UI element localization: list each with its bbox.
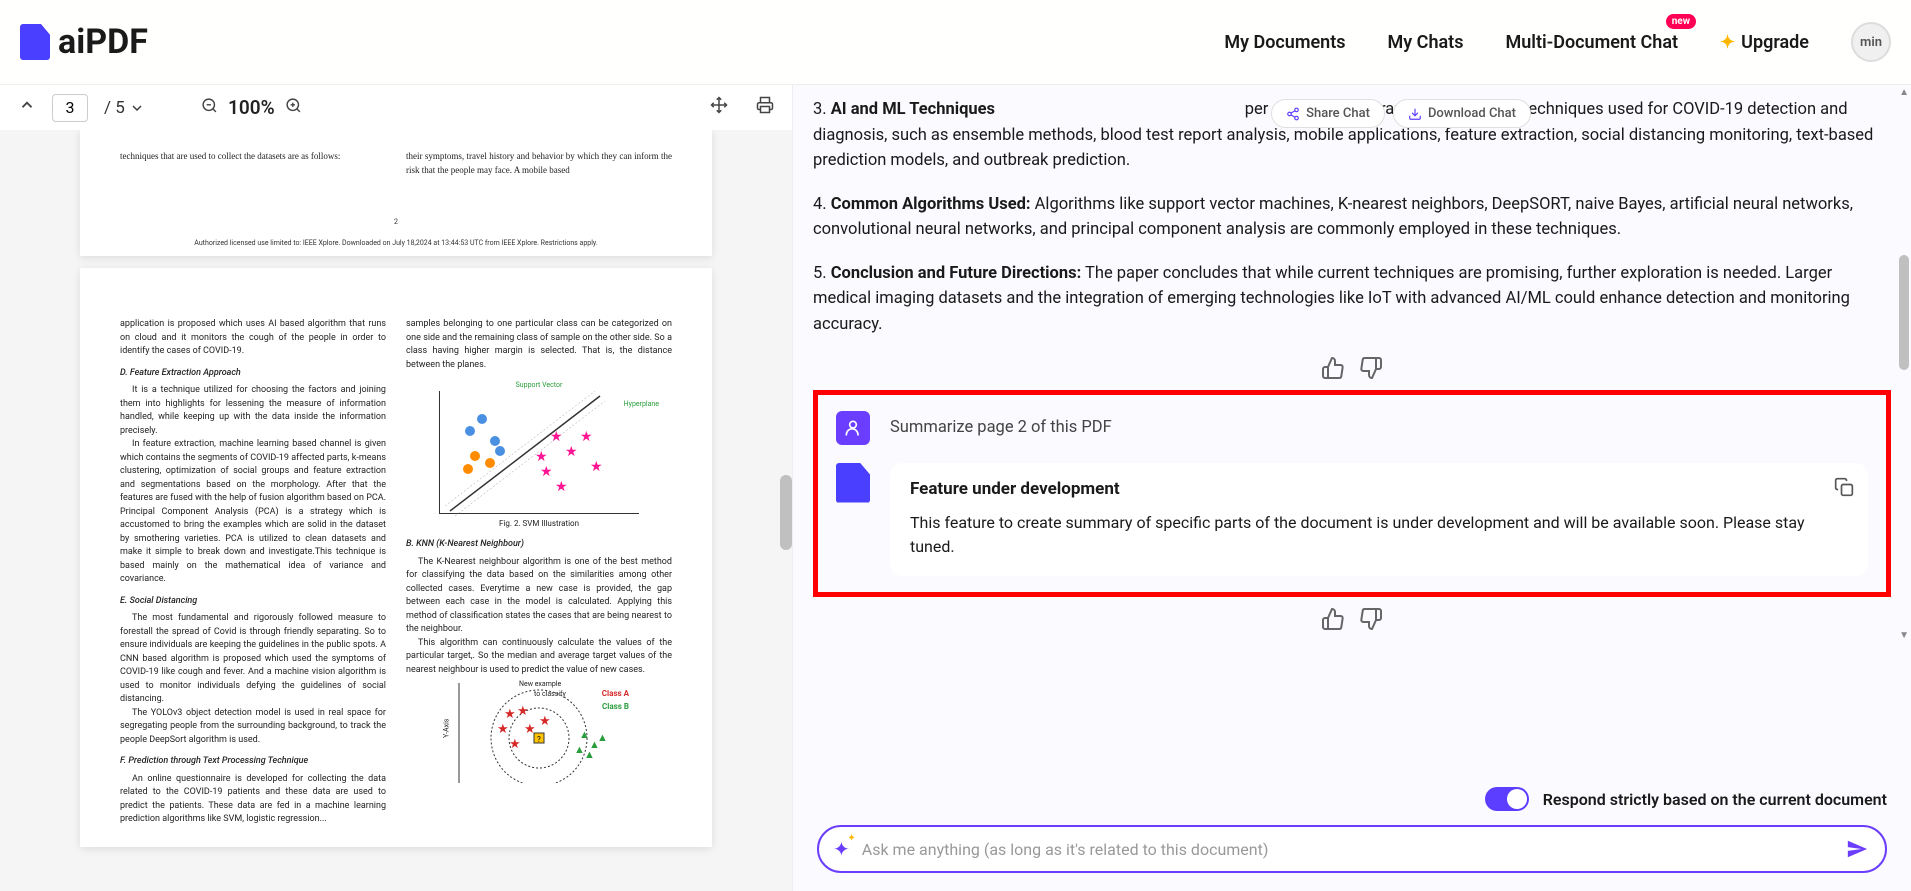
pdf-page-3: application is proposed which uses AI ba… — [80, 268, 712, 847]
svg-text:★: ★ — [539, 714, 551, 729]
scroll-arrow-up-icon[interactable]: ▲ — [1899, 87, 1909, 98]
ai-reply-body: This feature to create summary of specif… — [910, 511, 1848, 561]
zoom-in-icon[interactable] — [285, 97, 302, 119]
knn-figure: New example to classify Class A Class B … — [449, 683, 629, 783]
main-content: / 5 100% t — [0, 85, 1911, 891]
ai-message-bubble: Feature under development This feature t… — [890, 463, 1868, 577]
pdf-scrollbar-thumb[interactable] — [780, 475, 792, 550]
svg-text:★: ★ — [580, 429, 593, 445]
chat-actions-bar: Share Chat Download Chat — [1271, 99, 1531, 128]
ai-message: Feature under development This feature t… — [836, 463, 1868, 577]
logo-text: aiPDF — [58, 22, 148, 62]
send-button[interactable] — [1843, 835, 1871, 863]
svg-text:★: ★ — [497, 722, 509, 737]
chat-point-5: 5. Conclusion and Future Directions: The… — [813, 261, 1891, 338]
scroll-arrow-down-icon[interactable]: ▼ — [1899, 630, 1909, 641]
svg-text:★: ★ — [590, 459, 603, 475]
chat-input-area: Respond strictly based on the current do… — [793, 777, 1911, 891]
svg-text:?: ? — [537, 735, 541, 744]
toggle-knob — [1507, 789, 1527, 809]
chat-messages-scroll[interactable]: 3. AI and ML Techniques per summarizes a… — [793, 85, 1911, 777]
zoom-out-icon[interactable] — [201, 97, 218, 119]
input-sparkle-icon: ✦ — [833, 837, 850, 861]
logo[interactable]: aiPDF — [20, 22, 148, 62]
svg-text:▲: ▲ — [574, 743, 585, 756]
svg-text:▲: ▲ — [597, 731, 608, 744]
page2-number: 2 — [120, 217, 672, 228]
strict-mode-label: Respond strictly based on the current do… — [1543, 790, 1887, 809]
print-icon[interactable] — [756, 96, 774, 119]
thumbs-up-icon[interactable] — [1321, 607, 1345, 631]
svg-text:★: ★ — [555, 479, 568, 495]
user-avatar[interactable]: min — [1851, 22, 1891, 62]
thumbs-up-icon[interactable] — [1321, 356, 1345, 380]
feedback-row-1 — [813, 356, 1891, 380]
svg-text:★: ★ — [535, 449, 548, 465]
pdf-viewer-panel: / 5 100% t — [0, 85, 793, 891]
svg-text:▲: ▲ — [584, 748, 595, 761]
page2-left-col: techniques that are used to collect the … — [120, 150, 386, 177]
download-chat-button[interactable]: Download Chat — [1393, 99, 1531, 128]
page2-footer: Authorized licensed use limited to: IEEE… — [120, 238, 672, 249]
strict-mode-toggle[interactable] — [1485, 787, 1529, 811]
chat-point-4: 4. Common Algorithms Used: Algorithms li… — [813, 192, 1891, 243]
logo-icon — [20, 24, 50, 60]
new-badge: new — [1666, 14, 1696, 29]
share-icon — [1286, 107, 1300, 121]
chat-input[interactable] — [862, 840, 1843, 859]
nav-multi-document-chat[interactable]: Multi-Document Chat new — [1505, 32, 1678, 53]
download-icon — [1408, 107, 1422, 121]
chat-panel: Share Chat Download Chat 3. AI and ML Te… — [793, 85, 1911, 891]
svg-text:★: ★ — [540, 464, 553, 480]
svg-text:★: ★ — [565, 444, 578, 460]
svg-text:★: ★ — [509, 737, 521, 752]
page2-right-col: their symptoms, travel history and behav… — [406, 150, 672, 177]
svg-text:★: ★ — [550, 429, 563, 445]
user-avatar-icon — [836, 411, 870, 445]
svg-text:★: ★ — [504, 707, 516, 722]
chat-scrollbar-thumb[interactable] — [1899, 255, 1909, 370]
app-header: aiPDF My Documents My Chats Multi-Docume… — [0, 0, 1911, 85]
chat-input-row: ✦ — [817, 825, 1887, 873]
page3-right-col: samples belonging to one particular clas… — [406, 318, 672, 827]
nav-multi-doc-label: Multi-Document Chat — [1505, 32, 1678, 53]
pdf-toolbar: / 5 100% — [0, 85, 792, 130]
share-chat-button[interactable]: Share Chat — [1271, 99, 1385, 128]
highlighted-exchange: Summarize page 2 of this PDF Feature und… — [813, 390, 1891, 598]
move-icon[interactable] — [710, 96, 728, 119]
zoom-controls: 100% — [201, 96, 302, 119]
user-message: Summarize page 2 of this PDF — [836, 411, 1868, 445]
svm-figure: Support Vector Hyperplane ★★★★★★★ — [406, 380, 672, 530]
svg-text:★: ★ — [517, 704, 529, 719]
pdf-page-2-partial: techniques that are used to collect the … — [80, 130, 712, 256]
main-nav: My Documents My Chats Multi-Document Cha… — [1224, 22, 1891, 62]
user-message-text: Summarize page 2 of this PDF — [890, 418, 1112, 437]
thumbs-down-icon[interactable] — [1359, 356, 1383, 380]
pdf-pages-container[interactable]: techniques that are used to collect the … — [0, 130, 792, 891]
nav-my-documents[interactable]: My Documents — [1224, 32, 1345, 53]
nav-upgrade[interactable]: ✦ Upgrade — [1720, 32, 1809, 53]
zoom-level: 100% — [228, 96, 275, 119]
nav-my-chats[interactable]: My Chats — [1388, 32, 1464, 53]
page-total: / 5 — [104, 98, 145, 118]
sparkle-icon: ✦ — [1720, 32, 1735, 53]
page3-left-col: application is proposed which uses AI ba… — [120, 318, 386, 827]
strict-mode-row: Respond strictly based on the current do… — [817, 787, 1887, 811]
page-number-input[interactable] — [52, 94, 88, 122]
upgrade-label: Upgrade — [1741, 32, 1809, 53]
copy-icon[interactable] — [1834, 477, 1854, 501]
ai-avatar-icon — [836, 463, 870, 503]
ai-reply-title: Feature under development — [910, 479, 1848, 499]
chevron-up-icon[interactable] — [18, 96, 36, 119]
feedback-row-2 — [813, 607, 1891, 631]
thumbs-down-icon[interactable] — [1359, 607, 1383, 631]
